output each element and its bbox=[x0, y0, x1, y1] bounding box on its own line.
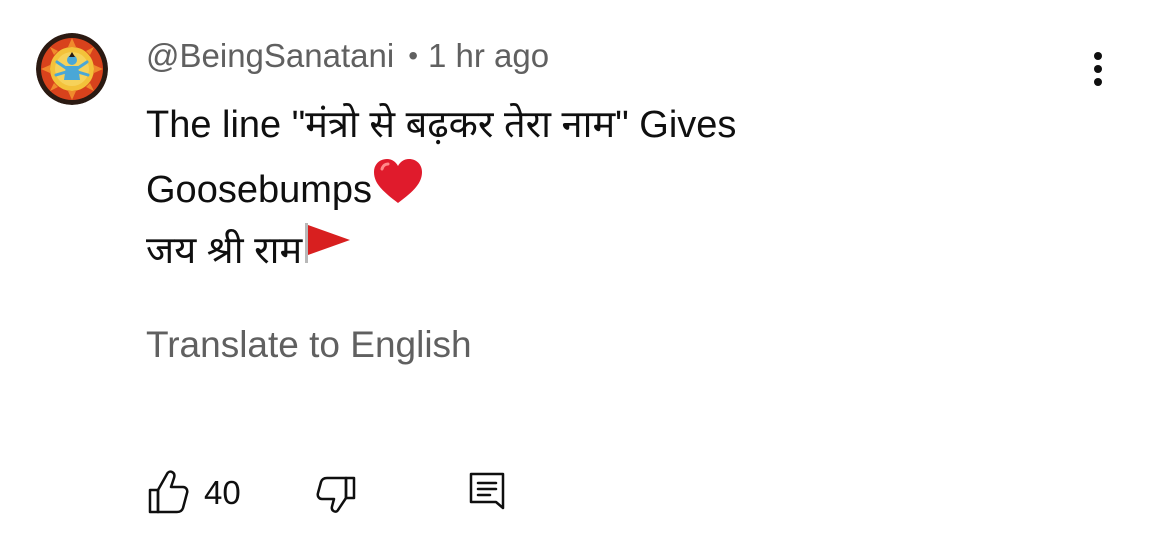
author-handle[interactable]: @BeingSanatani bbox=[146, 37, 394, 75]
comment-line-1: The line "मंत्रो से बढ़कर तेरा नाम" Give… bbox=[146, 104, 737, 146]
separator-dot: • bbox=[408, 40, 418, 71]
comment-header: @BeingSanatani • 1 hr ago bbox=[146, 34, 549, 78]
comment-line-2-text: Goosebumps bbox=[146, 169, 373, 212]
kebab-menu-icon bbox=[1094, 52, 1102, 86]
thumbs-up-icon bbox=[148, 470, 189, 514]
avatar[interactable] bbox=[36, 33, 108, 105]
comment-text: The line "मंत्रो से बढ़कर तेरा नाम" Give… bbox=[146, 94, 1046, 283]
flag-emoji-icon bbox=[302, 221, 352, 285]
comment-item: @BeingSanatani • 1 hr ago The line "मंत्… bbox=[0, 0, 1170, 553]
more-options-button[interactable] bbox=[1080, 48, 1116, 92]
comment-line-2: Goosebumps bbox=[146, 157, 1046, 220]
timestamp[interactable]: 1 hr ago bbox=[428, 37, 549, 75]
heart-emoji-icon bbox=[372, 157, 424, 227]
thumbs-down-icon bbox=[316, 476, 356, 513]
dislike-button[interactable] bbox=[314, 468, 358, 516]
like-button[interactable] bbox=[146, 468, 190, 516]
comment-line-3: जय श्री राम bbox=[146, 220, 1046, 283]
comment-line-3-text: जय श्री राम bbox=[146, 230, 303, 272]
translate-button[interactable]: Translate to English bbox=[146, 324, 472, 366]
reply-comment-icon bbox=[469, 472, 505, 510]
avatar-image bbox=[36, 33, 108, 105]
reply-button[interactable] bbox=[466, 468, 510, 516]
like-count: 40 bbox=[204, 474, 241, 511]
comment-actions: 40 bbox=[146, 468, 546, 516]
